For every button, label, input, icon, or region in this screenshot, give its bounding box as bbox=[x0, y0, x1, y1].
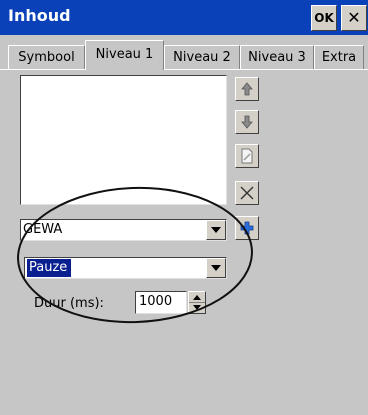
level1-select[interactable]: GEWA bbox=[20, 219, 227, 241]
items-list-box[interactable] bbox=[20, 75, 227, 205]
chevron-down-icon bbox=[211, 227, 221, 233]
window-title: Inhoud bbox=[8, 6, 71, 25]
level1-select-value: GEWA bbox=[23, 222, 63, 237]
level1-dropdown-button[interactable] bbox=[206, 220, 226, 240]
edit-document-icon bbox=[241, 148, 253, 164]
move-down-icon bbox=[241, 115, 253, 129]
duration-input[interactable]: 1000 bbox=[135, 291, 187, 314]
tab-niveau-3[interactable]: Niveau 3 bbox=[240, 45, 314, 69]
duration-spinner[interactable] bbox=[188, 291, 206, 314]
chevron-down-icon bbox=[211, 265, 221, 271]
add-button[interactable] bbox=[235, 216, 259, 240]
ok-button[interactable]: OK bbox=[311, 5, 337, 31]
tab-extra[interactable]: Extra bbox=[314, 45, 364, 69]
level2-select[interactable]: Pauze bbox=[24, 257, 227, 279]
move-up-icon bbox=[241, 82, 253, 96]
tab-niveau-2[interactable]: Niveau 2 bbox=[164, 45, 240, 69]
tab-strip-divider bbox=[0, 69, 368, 70]
close-icon: ✕ bbox=[347, 8, 361, 27]
add-plus-icon bbox=[240, 221, 254, 235]
delete-x-icon bbox=[240, 186, 254, 200]
level2-dropdown-button[interactable] bbox=[206, 258, 226, 278]
edit-button[interactable] bbox=[235, 144, 259, 168]
move-down-button[interactable] bbox=[235, 110, 259, 134]
tab-symbool[interactable]: Symbool bbox=[8, 45, 85, 69]
close-button[interactable]: ✕ bbox=[341, 5, 367, 31]
delete-button[interactable] bbox=[235, 181, 259, 205]
spinner-arrows-icon bbox=[189, 295, 205, 310]
duration-label: Duur (ms): bbox=[34, 296, 104, 311]
tab-niveau-1[interactable]: Niveau 1 bbox=[85, 40, 164, 70]
level2-select-value: Pauze bbox=[27, 259, 72, 277]
move-up-button[interactable] bbox=[235, 77, 259, 101]
